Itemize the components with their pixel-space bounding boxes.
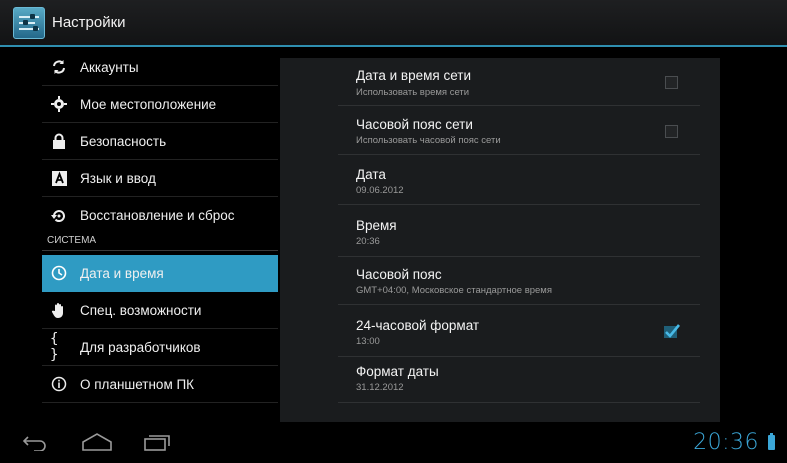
- back-icon[interactable]: [22, 433, 48, 451]
- sidebar-item-language[interactable]: Язык и ввод: [42, 160, 278, 197]
- action-bar: Настройки: [0, 0, 787, 47]
- page-title: Настройки: [52, 14, 126, 31]
- time-item[interactable]: Время 20:36: [338, 205, 700, 257]
- date-item[interactable]: Дата 09.06.2012: [338, 155, 700, 205]
- network-timezone-checkbox[interactable]: [665, 125, 678, 138]
- timezone-item[interactable]: Часовой пояс GMT+04:00, Московское станд…: [338, 257, 700, 305]
- date-time-settings-panel: Дата и время сети Использовать время сет…: [280, 58, 720, 422]
- section-header-system: СИСТЕМА: [47, 235, 97, 246]
- date-format-item[interactable]: Формат даты 31.12.2012: [338, 357, 700, 403]
- network-time-item[interactable]: Дата и время сети Использовать время сет…: [338, 58, 700, 106]
- item-title: Часовой пояс: [356, 267, 442, 282]
- sync-icon: [50, 58, 68, 76]
- home-icon[interactable]: [80, 432, 114, 452]
- sidebar-item-label: Мое местоположение: [80, 96, 217, 112]
- item-title: Дата и время сети: [356, 68, 472, 83]
- item-title: Формат даты: [356, 364, 439, 379]
- item-title: Время: [356, 218, 397, 233]
- recent-apps-icon[interactable]: [143, 433, 171, 451]
- sidebar-item-label: Для разработчиков: [80, 339, 201, 355]
- item-summary: 31.12.2012: [356, 382, 404, 393]
- sidebar-item-label: Безопасность: [80, 133, 167, 149]
- item-summary: GMT+04:00, Московское стандартное время: [356, 285, 552, 296]
- item-title: 24-часовой формат: [356, 318, 480, 333]
- settings-categories-list: Аккаунты Мое местоположение Безопасность…: [0, 49, 280, 423]
- sidebar-item-backup-reset[interactable]: Восстановление и сброс: [42, 197, 278, 234]
- sidebar-item-label: Язык и ввод: [80, 170, 156, 186]
- lock-icon: [50, 132, 68, 150]
- sidebar-item-label: Восстановление и сброс: [80, 208, 235, 223]
- item-summary: Использовать время сети: [356, 87, 470, 98]
- info-icon: [50, 375, 68, 393]
- sidebar-item-date-time[interactable]: Дата и время: [42, 255, 278, 292]
- sidebar-item-location[interactable]: Мое местоположение: [42, 86, 278, 123]
- status-clock[interactable]: 20:36: [693, 430, 759, 455]
- system-bar: 20:36: [0, 423, 787, 463]
- sidebar-item-security[interactable]: Безопасность: [42, 123, 278, 160]
- restore-icon: [50, 207, 68, 225]
- sidebar-item-accounts[interactable]: Аккаунты: [42, 49, 278, 86]
- sidebar-item-label: Спец. возможности: [80, 302, 202, 318]
- sidebar-item-label: Аккаунты: [80, 59, 139, 75]
- sidebar-item-developer[interactable]: { } Для разработчиков: [42, 329, 278, 366]
- hand-icon: [50, 301, 68, 319]
- item-title: Часовой пояс сети: [356, 117, 473, 132]
- item-summary: 13:00: [356, 336, 380, 347]
- battery-icon: [768, 433, 775, 450]
- clock-icon: [50, 264, 68, 282]
- 24-hour-format-item[interactable]: 24-часовой формат 13:00: [338, 305, 700, 357]
- item-summary: 09.06.2012: [356, 185, 404, 196]
- settings-app-icon[interactable]: [13, 7, 45, 39]
- sidebar-item-about[interactable]: О планшетном ПК: [42, 366, 278, 403]
- sidebar-item-label: Дата и время: [80, 265, 164, 281]
- item-summary: 20:36: [356, 236, 380, 247]
- braces-icon: { }: [50, 331, 59, 363]
- item-title: Дата: [356, 167, 386, 182]
- sidebar-item-label: О планшетном ПК: [80, 376, 195, 392]
- network-time-checkbox[interactable]: [665, 76, 678, 89]
- item-summary: Использовать часовой пояс сети: [356, 135, 501, 146]
- 24-hour-format-checkbox[interactable]: [664, 324, 680, 338]
- keyboard-a-icon: [50, 169, 68, 187]
- network-timezone-item[interactable]: Часовой пояс сети Использовать часовой п…: [338, 106, 700, 155]
- section-divider: [42, 250, 278, 251]
- location-icon: [50, 95, 68, 113]
- sidebar-item-accessibility[interactable]: Спец. возможности: [42, 292, 278, 329]
